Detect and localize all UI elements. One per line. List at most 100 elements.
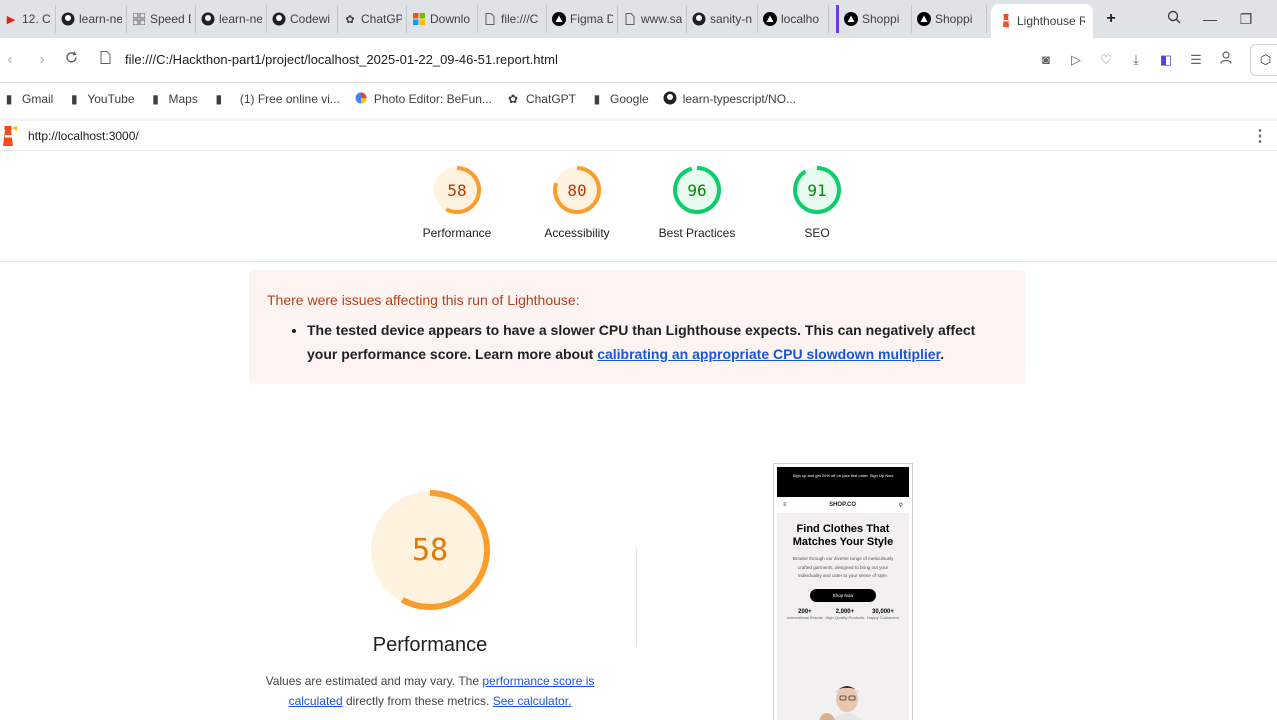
- bookmark-chatgpt[interactable]: ✿ ChatGPT: [506, 92, 576, 106]
- tab-label: learn-ne: [219, 12, 262, 26]
- tab-5[interactable]: Codewi: [268, 5, 338, 33]
- score-summary: 58 Performance 80 Accessibility 96 Best …: [0, 151, 1277, 262]
- shot-hero: Find Clothes That Matches Your Style Bro…: [777, 513, 909, 720]
- warning-title: There were issues affecting this run of …: [267, 292, 580, 308]
- stat-label: International Brands: [787, 614, 823, 620]
- minimize-icon[interactable]: —: [1199, 8, 1221, 30]
- github-icon: [272, 12, 286, 26]
- shot-hero-title: Find Clothes That Matches Your Style: [792, 523, 894, 548]
- github-icon: [61, 12, 75, 26]
- youtube-icon: ▶: [6, 13, 16, 26]
- shot-stat: 2,000+ High-Quality Products: [825, 609, 864, 620]
- tab-label: sanity-n: [710, 12, 753, 26]
- befunky-icon: [354, 92, 368, 107]
- tab-label: Shoppi: [862, 12, 900, 26]
- new-tab-button[interactable]: +: [1102, 10, 1120, 28]
- github-icon: [201, 12, 215, 26]
- bookmark-youtube[interactable]: ▮ YouTube: [67, 92, 134, 106]
- tab-strip: ▶ 12. Crea learn-ne Speed D learn-ne Cod…: [0, 0, 1277, 38]
- heart-icon[interactable]: ♡: [1097, 51, 1115, 69]
- stat-label: High-Quality Products: [825, 614, 865, 620]
- bookmark-photo-editor[interactable]: Photo Editor: BeFun...: [354, 92, 492, 107]
- bookmark-gmail[interactable]: ▮ Gmail: [2, 92, 54, 106]
- folder-icon: ▮: [5, 92, 13, 106]
- bookmark-label: YouTube: [87, 92, 135, 106]
- shot-shop-button: Shop Now: [810, 588, 876, 602]
- tab-7[interactable]: Downlo: [408, 5, 478, 33]
- bookmark-label: Maps: [168, 92, 198, 106]
- tab-6[interactable]: ✿ ChatGP: [339, 5, 407, 33]
- bookmark-label: Photo Editor: BeFun...: [373, 92, 492, 106]
- shot-stats: 200+ International Brands 2,000+ High-Qu…: [777, 609, 909, 620]
- gauge-seo[interactable]: 91 SEO: [757, 165, 877, 240]
- download-icon[interactable]: ⤓: [1127, 51, 1145, 69]
- address-bar-url[interactable]: file:///C:/Hackthon-part1/project/localh…: [125, 52, 558, 67]
- tab-label: Shoppi: [935, 12, 973, 26]
- gauge-label: Best Practices: [658, 226, 736, 240]
- cube-icon[interactable]: ⬡: [1250, 44, 1277, 76]
- hamburger-icon: ≡: [783, 502, 787, 508]
- gauge-label: Accessibility: [544, 226, 610, 240]
- performance-section: 58 Performance Values are estimated and …: [250, 488, 610, 711]
- warning-item: The tested device appears to have a slow…: [307, 318, 1007, 366]
- tab-14[interactable]: Shoppi: [913, 5, 987, 33]
- chatgpt-icon: ✿: [507, 92, 518, 106]
- extension-icon[interactable]: ◧: [1157, 51, 1175, 69]
- bookmark-free-online[interactable]: (1) Free online vi...: [240, 92, 340, 106]
- folder-icon: ▮: [593, 92, 601, 106]
- menu-lines-icon[interactable]: ☰: [1187, 51, 1205, 69]
- back-icon[interactable]: ‹: [0, 50, 20, 70]
- tab-3[interactable]: Speed D: [128, 5, 196, 33]
- search-tabs-icon[interactable]: [1163, 8, 1185, 30]
- tab-9[interactable]: Figma D: [548, 5, 618, 33]
- tab-10[interactable]: www.sa: [619, 5, 687, 33]
- tab-8[interactable]: file:///C: [479, 5, 547, 33]
- report-url[interactable]: http://localhost:3000/: [28, 129, 139, 143]
- model-photo: [819, 686, 862, 720]
- tab-12[interactable]: localho: [759, 5, 829, 33]
- shot-nav: ≡ SHOP.CO ⚲: [777, 498, 909, 512]
- shot-stat: 30,000+ Happy Customers: [867, 609, 899, 620]
- report-menu-icon[interactable]: ⋮: [1252, 126, 1268, 146]
- gauge-accessibility[interactable]: 80 Accessibility: [517, 165, 637, 240]
- shot-banner: Sign up and get 20% off on your first or…: [777, 467, 909, 497]
- bookmark-label: Gmail: [22, 92, 54, 106]
- folder-icon: ▮: [71, 92, 78, 106]
- svg-text:91: 91: [807, 181, 826, 200]
- tab-4[interactable]: learn-ne: [197, 5, 267, 33]
- run-warnings: There were issues affecting this run of …: [249, 270, 1025, 384]
- tab-1[interactable]: ▶ 12. Crea: [0, 5, 56, 33]
- tab-13[interactable]: Shoppi: [836, 5, 912, 33]
- tab-lighthouse-report[interactable]: Lighthouse Re: [991, 4, 1093, 38]
- final-screenshot[interactable]: Sign up and get 20% off on your first or…: [773, 463, 913, 720]
- bookmark-label: (1) Free online vi...: [239, 92, 340, 106]
- gauge-label: Performance: [422, 226, 492, 240]
- tab-2[interactable]: learn-ne: [57, 5, 127, 33]
- profile-icon[interactable]: [1217, 51, 1235, 69]
- gauge-best-practices[interactable]: 96 Best Practices: [637, 165, 757, 240]
- file-icon: [483, 12, 497, 26]
- bookmark-maps[interactable]: ▮ Maps: [149, 92, 198, 106]
- tab-label: 12. Crea: [22, 12, 51, 26]
- forward-icon[interactable]: ›: [32, 50, 52, 70]
- bookmark-folder[interactable]: ▮: [212, 92, 226, 106]
- see-calculator-link[interactable]: See calculator.: [493, 694, 572, 708]
- page-info-icon[interactable]: [100, 51, 114, 69]
- bookmark-google[interactable]: ▮ Google: [590, 92, 649, 106]
- cpu-slowdown-link[interactable]: calibrating an appropriate CPU slowdown …: [597, 346, 940, 362]
- lighthouse-icon: [999, 14, 1013, 28]
- gauge-performance[interactable]: 58 Performance: [397, 165, 517, 240]
- tab-11[interactable]: sanity-n: [688, 5, 758, 33]
- reload-icon[interactable]: [61, 50, 81, 70]
- restore-icon[interactable]: ❐: [1235, 8, 1257, 30]
- github-icon: [692, 12, 706, 26]
- tab-label: Speed D: [150, 12, 191, 26]
- performance-title: Performance: [372, 634, 488, 656]
- chatgpt-icon: ✿: [345, 13, 355, 26]
- gauge-chart: 80: [553, 166, 601, 214]
- grid-icon: [132, 12, 146, 26]
- github-icon: [663, 91, 677, 108]
- screenshot-icon[interactable]: ◙: [1037, 51, 1055, 69]
- bookmark-learn-typescript[interactable]: learn-typescript/NO...: [663, 91, 796, 108]
- send-icon[interactable]: ▷: [1067, 51, 1085, 69]
